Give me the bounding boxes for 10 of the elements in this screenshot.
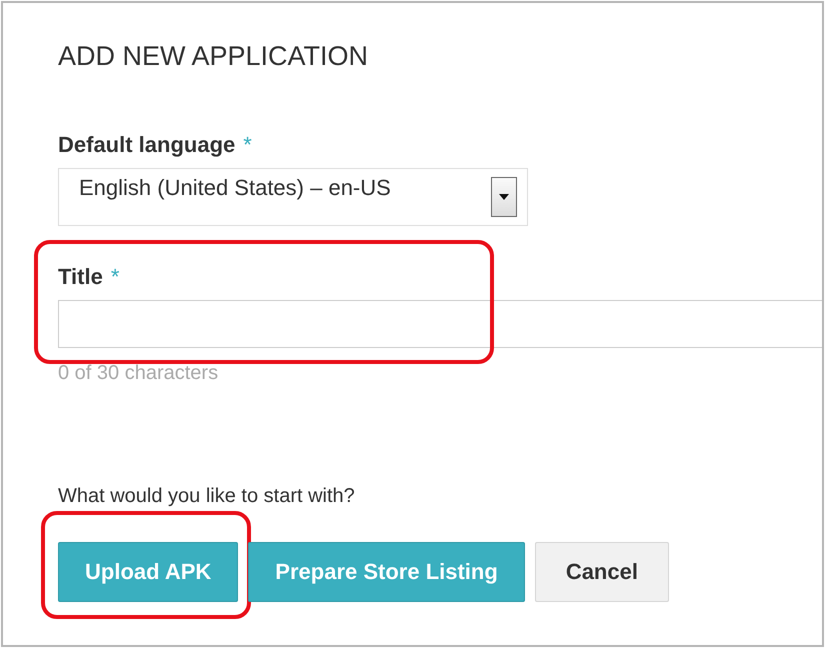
field-label: Default language bbox=[58, 132, 236, 158]
title-input[interactable] bbox=[58, 300, 822, 348]
required-mark: * bbox=[243, 132, 252, 158]
required-mark: * bbox=[110, 264, 120, 290]
field-label: Title bbox=[58, 264, 103, 290]
language-select[interactable]: English (United States) – en-US bbox=[58, 168, 528, 226]
cancel-button[interactable]: Cancel bbox=[534, 542, 669, 602]
dialog-title: ADD NEW APPLICATION bbox=[58, 41, 370, 72]
character-counter: 0 of 30 characters bbox=[58, 362, 220, 385]
prompt-text: What would you like to start with? bbox=[58, 485, 356, 508]
